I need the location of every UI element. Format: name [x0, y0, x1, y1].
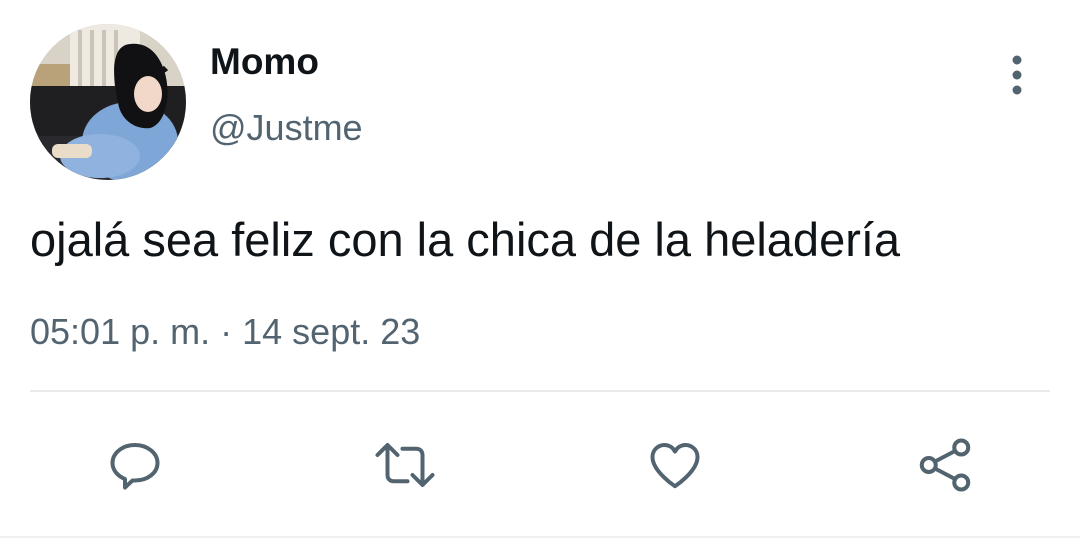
- tweet-date[interactable]: 14 sept. 23: [242, 311, 420, 352]
- like-button[interactable]: [640, 430, 710, 500]
- tweet-timestamp: 05:01 p. m. · 14 sept. 23: [30, 310, 420, 354]
- display-name[interactable]: Momo: [210, 40, 319, 84]
- profile-photo: [30, 24, 186, 180]
- reply-button[interactable]: [100, 430, 170, 500]
- tweet-text: ojalá sea feliz con la chica de la helad…: [30, 213, 901, 266]
- reply-icon: [110, 443, 160, 490]
- tweet-time[interactable]: 05:01 p. m.: [30, 311, 210, 352]
- more-options-button[interactable]: [996, 50, 1038, 100]
- divider: [30, 390, 1050, 392]
- retweet-icon: [375, 443, 435, 487]
- bottom-divider: [0, 536, 1080, 538]
- share-icon: [919, 438, 971, 492]
- timestamp-separator: ·: [220, 311, 233, 352]
- heart-icon: [650, 443, 700, 489]
- user-handle[interactable]: @Justme: [210, 106, 363, 150]
- avatar[interactable]: [30, 24, 186, 180]
- more-vertical-icon: [1012, 55, 1022, 95]
- retweet-button[interactable]: [370, 430, 440, 500]
- share-button[interactable]: [910, 430, 980, 500]
